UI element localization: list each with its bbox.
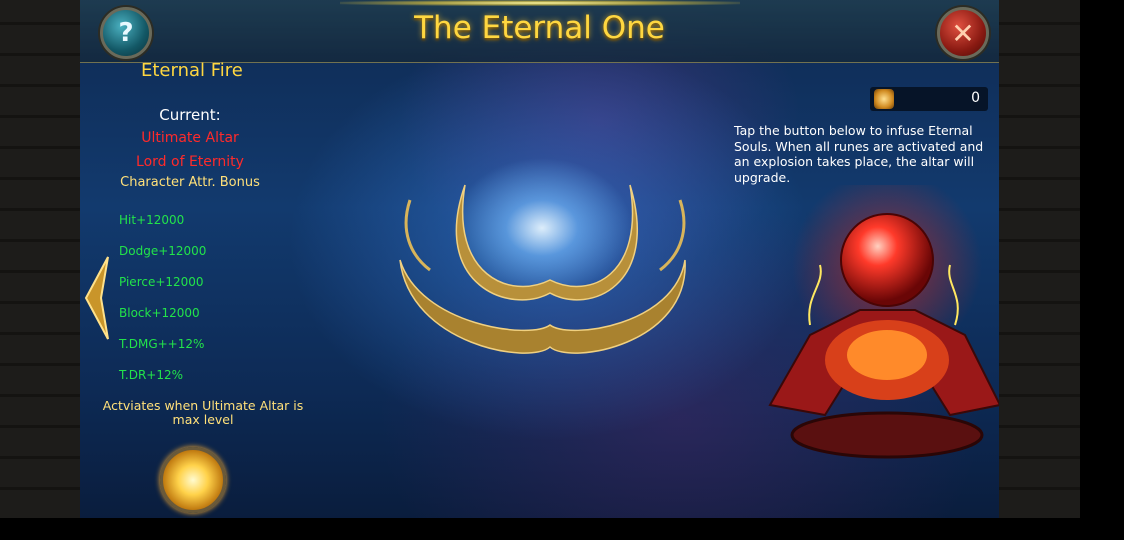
- bottom-bar: [0, 518, 1124, 540]
- altar-rings-graphic: [399, 184, 686, 354]
- stone-wall-right: [999, 0, 1080, 518]
- attribute-item: Hit+12000: [119, 213, 185, 227]
- question-icon: ?: [118, 18, 134, 48]
- soul-counter: 0: [870, 87, 988, 111]
- eternal-one-panel: The Eternal One ? ✕ Eternal Fire Current…: [80, 0, 999, 518]
- title-bar: The Eternal One: [80, 0, 999, 63]
- stone-wall-left: [0, 0, 80, 518]
- current-label: Current:: [159, 106, 221, 124]
- attribute-item: T.DMG++12%: [119, 337, 205, 351]
- current-value-title: Lord of Eternity: [136, 154, 244, 170]
- help-button[interactable]: ?: [100, 7, 152, 59]
- attribute-item: T.DR+12%: [119, 368, 184, 382]
- attribute-item: Pierce+12000: [119, 275, 204, 289]
- attribute-list: Hit+12000 Dodge+12000 Pierce+12000 Block…: [119, 212, 206, 398]
- altar-orb-graphic[interactable]: [750, 185, 999, 465]
- page-title: The Eternal One: [414, 10, 665, 46]
- section-heading: Eternal Fire: [141, 60, 243, 81]
- attribute-item: Block+12000: [119, 306, 200, 320]
- close-icon: ✕: [951, 16, 975, 50]
- infuse-description: Tap the button below to infuse Eternal S…: [734, 123, 984, 185]
- current-value-altar: Ultimate Altar: [141, 130, 239, 146]
- attribute-item: Dodge+12000: [119, 244, 207, 258]
- bonus-label: Character Attr. Bonus: [120, 175, 260, 190]
- screen-edge: [1080, 0, 1124, 540]
- close-button[interactable]: ✕: [937, 7, 989, 59]
- soul-count: 0: [971, 90, 980, 106]
- soul-icon: [874, 89, 894, 109]
- eternal-fire-icon[interactable]: [160, 447, 226, 513]
- chevron-left-icon[interactable]: [84, 255, 110, 341]
- activation-note: Actviates when Ultimate Altar is max lev…: [102, 398, 304, 427]
